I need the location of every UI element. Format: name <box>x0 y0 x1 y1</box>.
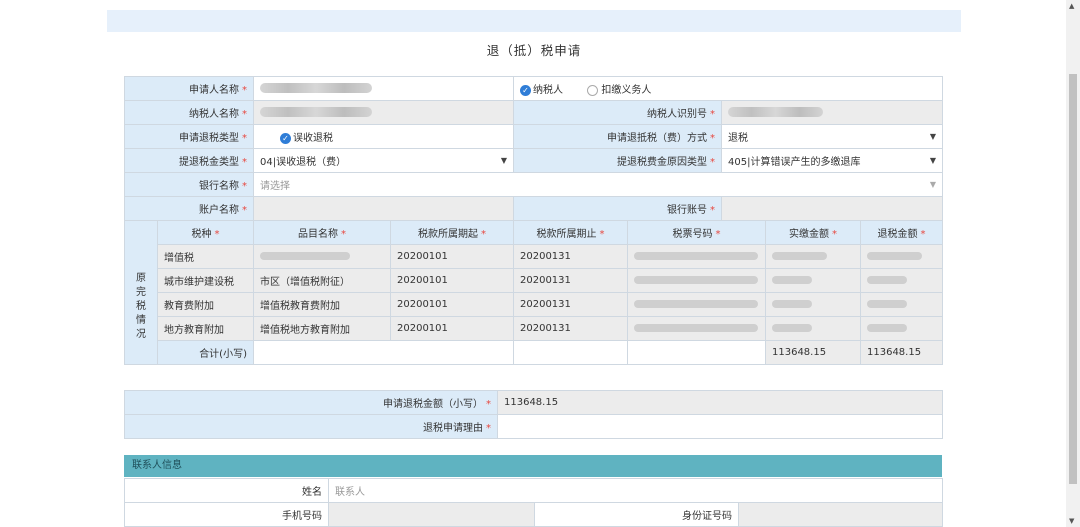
row-paid-amount <box>765 244 861 269</box>
row-period-end: 20200131 <box>513 316 628 341</box>
total-empty <box>513 340 628 365</box>
bank-account-field <box>721 196 943 221</box>
taxpayer-role-radio-group[interactable]: ✓ 纳税人 扣缴义务人 <box>513 76 943 101</box>
apply-reason-label: 退税申请理由 * <box>124 414 498 439</box>
radio-withholder[interactable]: 扣缴义务人 <box>601 85 651 96</box>
total-paid-amount: 113648.15 <box>765 340 861 365</box>
apply-amount-table: 申请退税金额（小写） * 113648.15 退税申请理由 * <box>124 390 943 439</box>
header-item-name: 品目名称 * <box>253 220 391 245</box>
table-row: 地方教育附加 增值税地方教育附加 20200101 20200131 <box>125 316 943 341</box>
radio-taxpayer[interactable]: 纳税人 <box>533 85 563 96</box>
scrollbar-thumb[interactable] <box>1069 74 1077 484</box>
row-ticket-number <box>627 244 766 269</box>
scroll-down-icon[interactable]: ▼ <box>1069 517 1074 525</box>
row-ticket-number <box>627 268 766 293</box>
bank-account-label: 银行账号 * <box>513 196 722 221</box>
row-ticket-number <box>627 316 766 341</box>
reason-type-select[interactable]: 405|计算错误产生的多缴退库 ▼ <box>721 148 943 173</box>
taxpayer-name-label: 纳税人名称 * <box>124 100 254 125</box>
row-refund-amount <box>860 316 943 341</box>
row-refund-amount <box>860 244 943 269</box>
header-period-start: 税款所属期起 * <box>390 220 514 245</box>
check-icon[interactable]: ✓ <box>520 84 531 96</box>
row-item-name: 增值税教育费附加 <box>253 292 391 317</box>
row-period-end: 20200131 <box>513 244 628 269</box>
taxpayer-id-field <box>721 100 943 125</box>
top-header-bar <box>107 10 961 32</box>
refund-method-label: 申请退抵税（费）方式 * <box>513 124 722 149</box>
bank-name-select[interactable]: 请选择 ▼ <box>253 172 943 197</box>
apply-amount-label: 申请退税金额（小写） * <box>124 390 498 415</box>
tax-amount-type-select[interactable]: 04|误收退税（费） ▼ <box>253 148 514 173</box>
row-ticket-number <box>627 292 766 317</box>
header-period-end: 税款所属期止 * <box>513 220 628 245</box>
reason-type-label: 提退税费金原因类型 * <box>513 148 722 173</box>
dropdown-arrow-icon[interactable]: ▼ <box>930 132 936 141</box>
taxpayer-id-label: 纳税人识别号 * <box>513 100 722 125</box>
apply-amount-value: 113648.15 <box>497 390 943 415</box>
applicant-name-field[interactable] <box>253 76 514 101</box>
row-period-start: 20200101 <box>390 268 514 293</box>
row-item-name <box>253 244 391 269</box>
account-name-label: 账户名称 * <box>124 196 254 221</box>
row-period-start: 20200101 <box>390 316 514 341</box>
row-refund-amount <box>860 268 943 293</box>
apply-reason-input[interactable] <box>497 414 943 439</box>
phone-field[interactable] <box>328 502 535 527</box>
row-item-name: 增值税地方教育附加 <box>253 316 391 341</box>
phone-label: 手机号码 <box>124 502 329 527</box>
refund-type-checkbox[interactable]: ✓ 误收退税 <box>253 124 514 149</box>
refund-method-select[interactable]: 退税 ▼ <box>721 124 943 149</box>
idcard-field[interactable] <box>737 502 944 527</box>
vertical-scrollbar[interactable]: ▲ ▼ <box>1066 0 1080 527</box>
table-row: 城市维护建设税 市区（增值税附征） 20200101 20200131 <box>125 268 943 293</box>
applicant-name-label: 申请人名称 * <box>124 76 254 101</box>
dropdown-arrow-icon[interactable]: ▼ <box>501 156 507 165</box>
row-period-start: 20200101 <box>390 244 514 269</box>
total-empty <box>627 340 766 365</box>
row-refund-amount <box>860 292 943 317</box>
idcard-label: 身份证号码 <box>534 502 739 527</box>
row-paid-amount <box>765 316 861 341</box>
row-period-start: 20200101 <box>390 292 514 317</box>
bank-name-label: 银行名称 * <box>124 172 254 197</box>
header-refund-amount: 退税金额 * <box>860 220 943 245</box>
scroll-up-icon[interactable]: ▲ <box>1069 2 1074 10</box>
contact-table: 姓名 联系人 手机号码 身份证号码 <box>124 478 944 527</box>
total-label: 合计(小写) <box>157 340 254 365</box>
row-item-name: 市区（增值税附征） <box>253 268 391 293</box>
row-period-end: 20200131 <box>513 292 628 317</box>
row-tax-type: 增值税 <box>157 244 254 269</box>
header-ticket-number: 税票号码 * <box>627 220 766 245</box>
table-row: 增值税 20200101 20200131 <box>125 244 943 269</box>
contact-name-input[interactable]: 联系人 <box>327 478 944 503</box>
total-row: 合计(小写) 113648.15 113648.15 <box>125 340 943 365</box>
contact-section-header: 联系人信息 <box>124 455 942 477</box>
check-icon[interactable]: ✓ <box>280 132 291 144</box>
row-tax-type: 教育费附加 <box>157 292 254 317</box>
radio-circle-icon[interactable] <box>587 84 599 96</box>
header-paid-amount: 实缴金额 * <box>765 220 861 245</box>
refund-form-table: 申请人名称 * ✓ 纳税人 扣缴义务人 纳税人名称 * 纳税人识别号 * 申请退税类型 *… <box>124 76 943 365</box>
original-tax-section-label: 原完税情况 <box>124 220 158 365</box>
row-paid-amount <box>765 268 861 293</box>
total-refund-amount: 113648.15 <box>860 340 943 365</box>
total-empty <box>253 340 514 365</box>
refund-type-label: 申请退税类型 * <box>124 124 254 149</box>
taxpayer-name-field <box>253 100 514 125</box>
table-row: 教育费附加 增值税教育费附加 20200101 20200131 <box>125 292 943 317</box>
page-title: 退（抵）税申请 <box>486 43 582 58</box>
header-tax-type: 税种 * <box>157 220 254 245</box>
row-tax-type: 城市维护建设税 <box>157 268 254 293</box>
row-paid-amount <box>765 292 861 317</box>
contact-name-label: 姓名 <box>124 478 329 503</box>
row-period-end: 20200131 <box>513 268 628 293</box>
dropdown-arrow-icon[interactable]: ▼ <box>930 156 936 165</box>
tax-amount-type-label: 提退税金类型 * <box>124 148 254 173</box>
dropdown-arrow-icon[interactable]: ▼ <box>930 180 936 189</box>
row-tax-type: 地方教育附加 <box>157 316 254 341</box>
account-name-field <box>253 196 514 221</box>
